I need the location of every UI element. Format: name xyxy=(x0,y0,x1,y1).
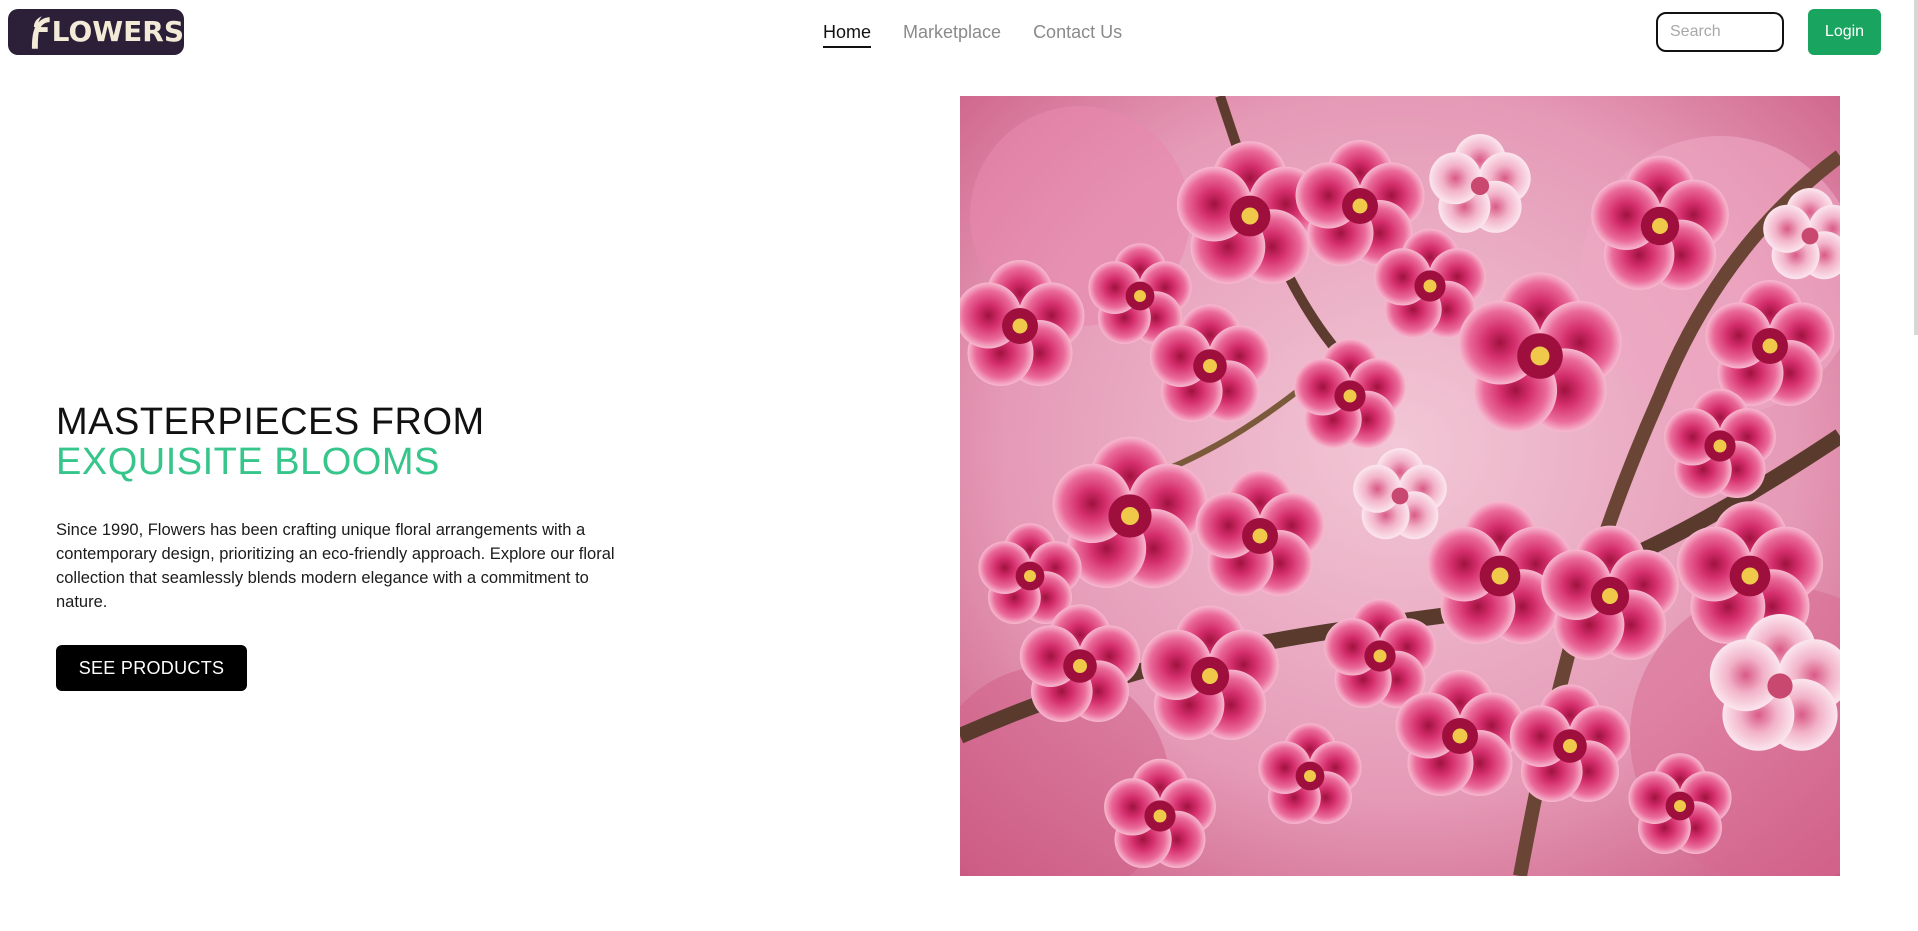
hero-title-line1: MASTERPIECES FROM xyxy=(56,401,485,443)
nav-marketplace[interactable]: Marketplace xyxy=(903,21,1001,48)
hero-image xyxy=(960,96,1840,876)
scrollbar-thumb[interactable] xyxy=(1914,0,1918,335)
search-input[interactable] xyxy=(1656,12,1784,52)
nav-contact-us[interactable]: Contact Us xyxy=(1033,21,1122,48)
main-nav: Home Marketplace Contact Us xyxy=(823,21,1122,48)
hero-description: Since 1990, Flowers has been crafting un… xyxy=(56,521,615,611)
brand-logo[interactable]: LOWERS xyxy=(8,9,184,55)
see-products-button[interactable]: SEE PRODUCTS xyxy=(56,645,247,691)
hero-title: MASTERPIECES FROM EXQUISITE BLOOMS xyxy=(56,402,485,482)
login-button[interactable]: Login xyxy=(1808,9,1881,55)
logo-text: LOWERS xyxy=(51,15,184,48)
flower-f-icon xyxy=(31,16,50,49)
nav-home[interactable]: Home xyxy=(823,21,872,48)
cherry-blossom-photo xyxy=(960,96,1840,876)
hero-title-line2: EXQUISITE BLOOMS xyxy=(56,441,440,483)
